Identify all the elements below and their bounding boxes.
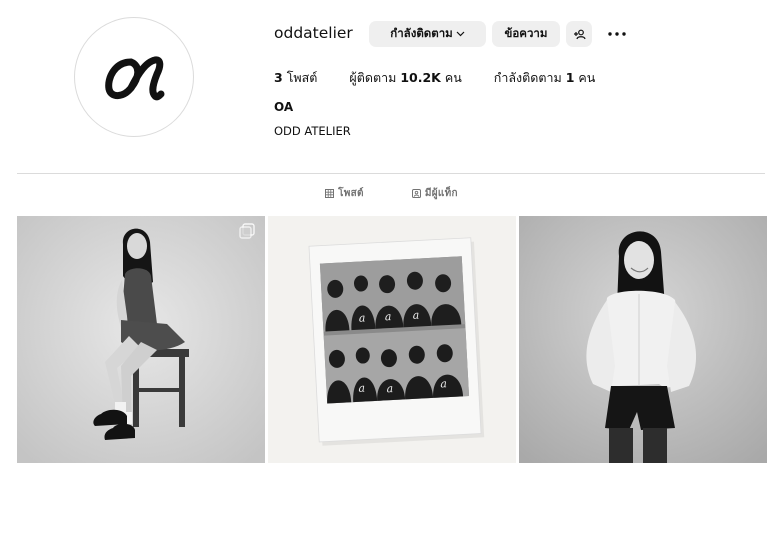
posts-count: 3 xyxy=(274,70,283,85)
post-image xyxy=(519,216,767,463)
following-stat[interactable]: กำลังติดตาม 1 คน xyxy=(494,68,596,88)
profile-tabs: โพสต์ มีผู้แท็ก xyxy=(0,186,783,201)
more-horizontal-icon xyxy=(608,32,626,36)
following-button-label: กำลังติดตาม xyxy=(390,26,453,40)
post-grid: a a a a a a xyxy=(17,216,767,463)
svg-text:a: a xyxy=(440,377,447,390)
svg-text:a: a xyxy=(358,381,365,394)
chevron-down-icon xyxy=(456,31,465,37)
post-tile[interactable]: a a a a a a xyxy=(268,216,516,463)
tab-tagged[interactable]: มีผู้แท็ก xyxy=(411,186,458,201)
message-button[interactable]: ข้อความ xyxy=(492,21,560,47)
followers-unit: คน xyxy=(444,70,462,85)
posts-stat: 3 โพสต์ xyxy=(274,68,317,88)
post-image xyxy=(17,216,265,463)
post-image: a a a a a a xyxy=(268,216,516,463)
following-stat-label: กำลังติดตาม xyxy=(493,70,562,85)
more-options-button[interactable] xyxy=(604,25,630,43)
tab-posts[interactable]: โพสต์ xyxy=(325,186,364,201)
following-count: 1 xyxy=(565,70,575,85)
tab-posts-label: โพสต์ xyxy=(338,188,364,199)
following-unit: คน xyxy=(578,70,596,85)
posts-stat-label: โพสต์ xyxy=(286,70,318,85)
section-divider xyxy=(17,173,765,174)
profile-full-name: OA xyxy=(274,100,294,114)
tagged-icon xyxy=(411,189,421,198)
post-tile[interactable] xyxy=(17,216,265,463)
profile-stats: 3 โพสต์ ผู้ติดตาม 10.2K คน กำลังติดตาม 1… xyxy=(274,68,627,88)
followers-stat[interactable]: ผู้ติดตาม 10.2K คน xyxy=(349,68,461,88)
add-person-icon xyxy=(573,29,586,39)
svg-text:a: a xyxy=(386,382,393,395)
followers-stat-label: ผู้ติดตาม xyxy=(349,70,397,85)
svg-text:a: a xyxy=(384,310,391,323)
svg-text:a: a xyxy=(358,311,365,324)
svg-text:a: a xyxy=(412,309,419,322)
followers-count: 10.2K xyxy=(400,70,441,85)
oa-logo-icon xyxy=(105,56,165,101)
grid-icon xyxy=(325,189,335,198)
following-button[interactable]: กำลังติดตาม xyxy=(369,21,486,47)
message-button-label: ข้อความ xyxy=(504,26,548,40)
profile-username: oddatelier xyxy=(274,24,353,42)
profile-bio: ODD ATELIER xyxy=(274,124,351,138)
profile-avatar[interactable] xyxy=(74,17,194,137)
post-tile[interactable] xyxy=(519,216,767,463)
suggested-people-button[interactable] xyxy=(566,21,592,47)
tab-tagged-label: มีผู้แท็ก xyxy=(424,188,458,199)
